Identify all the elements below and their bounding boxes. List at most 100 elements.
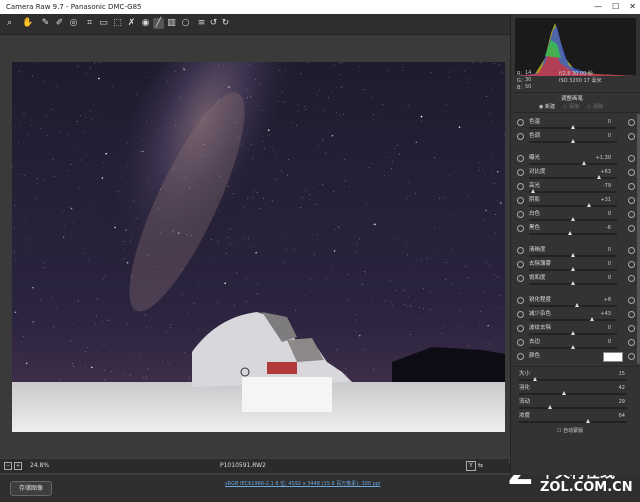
crop-tool-icon[interactable]: ⌗ <box>84 18 95 29</box>
zoom-level[interactable]: 24.8% <box>30 462 49 469</box>
saturation-value[interactable]: 0 <box>608 274 611 283</box>
contrast-plus-icon[interactable] <box>628 169 635 176</box>
clarity-minus-icon[interactable] <box>517 247 524 254</box>
clarity-plus-icon[interactable] <box>628 247 635 254</box>
blacks-value[interactable]: -6 <box>606 224 611 233</box>
slider-saturation[interactable]: 饱和度 0 <box>517 274 635 285</box>
radial-filter-icon[interactable]: ○ <box>180 18 191 29</box>
moire-reduction-knob[interactable] <box>571 331 575 335</box>
sharpness-track[interactable] <box>529 305 617 307</box>
whites-value[interactable]: 0 <box>608 210 611 219</box>
blacks-knob[interactable] <box>568 231 573 235</box>
defringe-value[interactable]: 0 <box>608 338 611 347</box>
noise-reduction-minus-icon[interactable] <box>517 311 524 318</box>
exposure-minus-icon[interactable] <box>517 155 524 162</box>
contrast-value[interactable]: +63 <box>600 168 611 177</box>
mode-new-radio[interactable]: ◉ 新建 <box>539 103 555 110</box>
highlights-minus-icon[interactable] <box>517 183 524 190</box>
tint-minus-icon[interactable] <box>517 133 524 140</box>
hand-tool-icon[interactable]: ✋ <box>22 18 33 29</box>
exposure-value[interactable]: +1.30 <box>596 154 611 163</box>
sharpness-value[interactable]: +8 <box>604 296 611 305</box>
brush-size[interactable]: 大小 15 <box>517 370 635 381</box>
contrast-track[interactable] <box>529 177 617 179</box>
exposure-plus-icon[interactable] <box>628 155 635 162</box>
brush-feather-knob[interactable] <box>562 391 567 395</box>
targeted-adjust-icon[interactable]: ◎ <box>68 18 79 29</box>
temperature-value[interactable]: 0 <box>608 118 611 127</box>
before-after-toggle[interactable]: Y <box>466 461 476 471</box>
brush-flow-track[interactable] <box>519 407 627 409</box>
noise-reduction-plus-icon[interactable] <box>628 311 635 318</box>
slider-sharpness[interactable]: 锐化程度 +8 <box>517 296 635 307</box>
close-button[interactable]: ✕ <box>629 0 636 14</box>
zoom-tool-icon[interactable]: ⌕ <box>4 18 15 29</box>
defringe-knob[interactable] <box>571 345 575 349</box>
saturation-minus-icon[interactable] <box>517 275 524 282</box>
slider-moire-reduction[interactable]: 波纹去除 0 <box>517 324 635 335</box>
brush-size-knob[interactable] <box>533 377 538 381</box>
highlights-track[interactable] <box>529 191 617 193</box>
brush-size-value[interactable]: 15 <box>619 370 625 379</box>
dehaze-knob[interactable] <box>571 267 575 271</box>
exposure-knob[interactable] <box>581 161 586 165</box>
minimize-button[interactable]: — <box>594 0 602 14</box>
highlights-value[interactable]: -79 <box>603 182 611 191</box>
whites-plus-icon[interactable] <box>628 211 635 218</box>
highlights-plus-icon[interactable] <box>628 183 635 190</box>
slider-contrast[interactable]: 对比度 +63 <box>517 168 635 179</box>
color-sampler-icon[interactable]: ✐ <box>54 18 65 29</box>
zoom-in-button[interactable]: + <box>14 462 22 470</box>
contrast-minus-icon[interactable] <box>517 169 524 176</box>
slider-exposure[interactable]: 曝光 +1.30 <box>517 154 635 165</box>
save-image-button[interactable]: 存储图像 <box>10 481 52 496</box>
brush-density-value[interactable]: 64 <box>619 412 625 421</box>
saturation-knob[interactable] <box>571 281 575 285</box>
slider-noise-reduction[interactable]: 减少杂色 +43 <box>517 310 635 321</box>
blacks-minus-icon[interactable] <box>517 225 524 232</box>
brush-density-knob[interactable] <box>586 419 591 423</box>
clarity-knob[interactable] <box>571 253 575 257</box>
workflow-options-link[interactable]: sRGB IEC61966-2.1 8 位; 4592 x 3448 (15.8… <box>225 480 380 487</box>
sharpness-plus-icon[interactable] <box>628 297 635 304</box>
dehaze-value[interactable]: 0 <box>608 260 611 269</box>
tint-knob[interactable] <box>571 139 575 143</box>
moire-reduction-plus-icon[interactable] <box>628 325 635 332</box>
red-eye-icon[interactable]: ◉ <box>140 18 151 29</box>
defringe-plus-icon[interactable] <box>628 339 635 346</box>
shadows-plus-icon[interactable] <box>628 197 635 204</box>
temperature-knob[interactable] <box>571 125 575 129</box>
temperature-plus-icon[interactable] <box>628 119 635 126</box>
brush-density-track[interactable] <box>519 421 627 423</box>
preview-image[interactable] <box>12 62 505 432</box>
blacks-track[interactable] <box>529 233 617 235</box>
slider-dehaze[interactable]: 去除薄雾 0 <box>517 260 635 271</box>
shadows-value[interactable]: +31 <box>600 196 611 205</box>
sharpness-minus-icon[interactable] <box>517 297 524 304</box>
noise-reduction-value[interactable]: +43 <box>600 310 611 319</box>
spot-removal-icon[interactable]: ✗ <box>126 18 137 29</box>
temperature-minus-icon[interactable] <box>517 119 524 126</box>
color-plus-icon[interactable] <box>628 353 635 360</box>
sharpness-knob[interactable] <box>574 303 579 307</box>
slider-highlights[interactable]: 高光 -79 <box>517 182 635 193</box>
straighten-tool-icon[interactable]: ▭ <box>98 18 109 29</box>
brush-flow[interactable]: 流动 29 <box>517 398 635 409</box>
slider-blacks[interactable]: 黑色 -6 <box>517 224 635 235</box>
noise-reduction-track[interactable] <box>529 319 617 321</box>
color-swatch[interactable] <box>603 352 623 362</box>
rotate-right-icon[interactable]: ↻ <box>220 18 231 29</box>
brush-flow-knob[interactable] <box>548 405 553 409</box>
defringe-minus-icon[interactable] <box>517 339 524 346</box>
color-row[interactable]: 颜色 <box>517 352 635 363</box>
rotate-left-icon[interactable]: ↺ <box>208 18 219 29</box>
whites-minus-icon[interactable] <box>517 211 524 218</box>
brush-density[interactable]: 浓度 64 <box>517 412 635 423</box>
moire-reduction-value[interactable]: 0 <box>608 324 611 333</box>
dehaze-plus-icon[interactable] <box>628 261 635 268</box>
mode-add-radio[interactable]: ○ 添加 <box>563 103 579 110</box>
slider-defringe[interactable]: 去边 0 <box>517 338 635 349</box>
contrast-knob[interactable] <box>597 175 602 179</box>
swap-icon[interactable]: ⇆ <box>478 462 483 469</box>
adjustment-brush-icon[interactable]: ╱ <box>153 18 164 29</box>
